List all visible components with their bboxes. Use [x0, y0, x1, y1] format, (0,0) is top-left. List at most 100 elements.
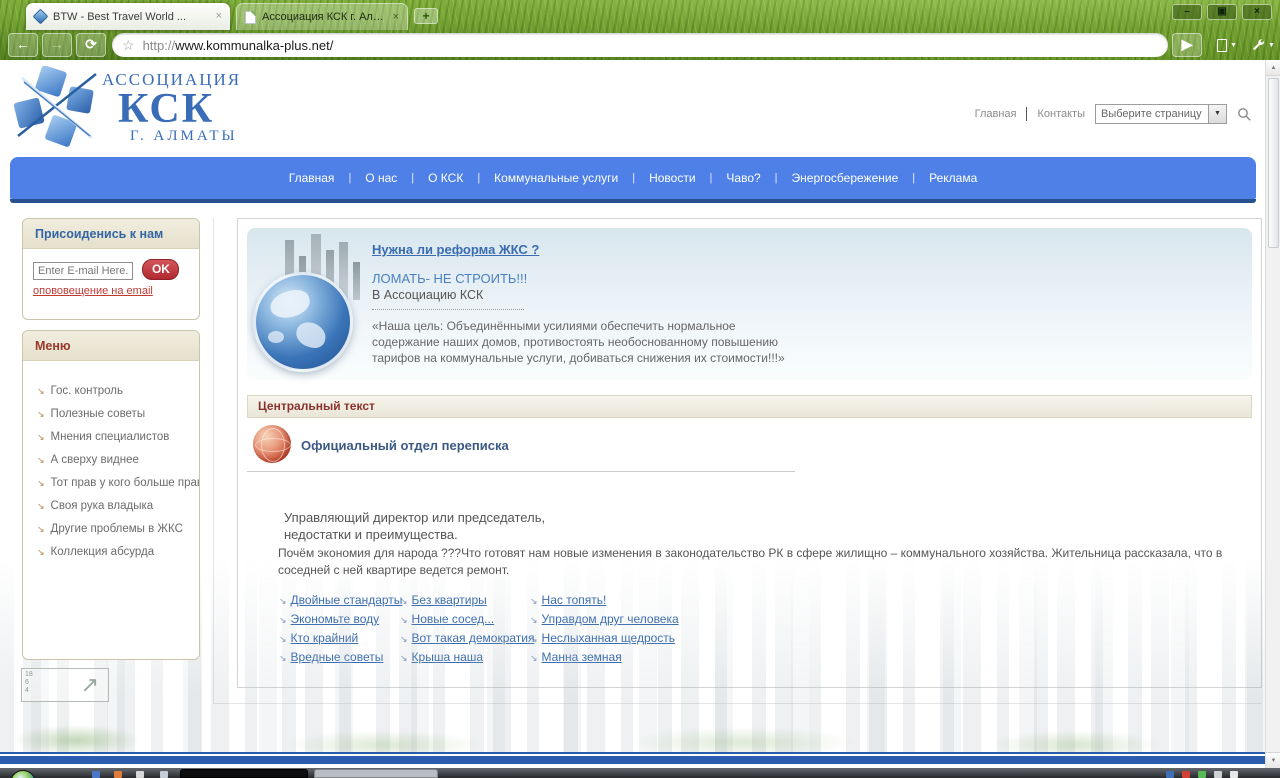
- arrow-bullet-icon: ↘: [530, 615, 538, 625]
- article-link[interactable]: Крыша наша: [412, 650, 484, 664]
- tray-icon[interactable]: [1182, 771, 1190, 778]
- tray-icon[interactable]: [1198, 771, 1206, 778]
- tab-btw[interactable]: BTW - Best Travel World ... ×: [26, 3, 230, 30]
- article-paragraph-2: Почём экономия для народа ???Что готовят…: [278, 546, 1223, 577]
- nav-item-energy[interactable]: Энергосбережение: [792, 171, 899, 185]
- article-link[interactable]: Вредные советы: [291, 650, 384, 664]
- tab-close-icon[interactable]: ×: [216, 11, 222, 22]
- header-link-home[interactable]: Главная: [975, 108, 1017, 120]
- sidebar-item-label: Своя рука владыка: [50, 500, 154, 512]
- banner-text: Нужна ли реформа ЖКС ? ЛОМАТЬ- НЕ СТРОИТ…: [372, 241, 797, 366]
- bookmark-star-icon[interactable]: ☆: [122, 37, 135, 54]
- visitor-counter[interactable]: 18 6 4 ↗: [21, 668, 109, 702]
- menu-list: ↘ Гос. контроль ↘ Полезные советы ↘ Мнения …: [23, 361, 199, 579]
- sidebar-item-poleznye-sovety[interactable]: ↘ Полезные советы: [37, 408, 199, 420]
- back-button[interactable]: ←: [8, 33, 38, 57]
- ok-button[interactable]: OK: [142, 259, 180, 280]
- scroll-up-icon[interactable]: ▲: [1266, 60, 1280, 76]
- sidebar-item-mnenia[interactable]: ↘ Мнения специалистов: [37, 431, 199, 443]
- article-link[interactable]: Без квартиры: [412, 593, 487, 607]
- start-button[interactable]: [10, 770, 36, 778]
- search-icon[interactable]: [1237, 107, 1252, 122]
- taskbar-icon[interactable]: [114, 771, 122, 778]
- scrollbar-thumb[interactable]: [1268, 78, 1279, 248]
- taskbar-icon[interactable]: [92, 771, 100, 778]
- minimize-button[interactable]: –: [1172, 4, 1202, 20]
- email-field[interactable]: [33, 261, 133, 280]
- new-tab-button[interactable]: +: [414, 8, 438, 24]
- page-scrollbar[interactable]: ▲ ▼: [1265, 60, 1280, 768]
- nav-separator: |: [477, 172, 481, 184]
- nav-item-home[interactable]: Главная: [289, 171, 335, 185]
- tab-title: Ассоциация КСК г. Алм...: [262, 11, 387, 23]
- nav-item-faq[interactable]: Чаво?: [726, 171, 760, 185]
- tray-icon[interactable]: [1166, 771, 1174, 778]
- nav-item-ads[interactable]: Реклама: [929, 171, 977, 185]
- btw-favicon-icon: [32, 8, 49, 25]
- counter-digits: 18 6 4: [25, 671, 33, 695]
- nav-separator: |: [774, 172, 778, 184]
- article-link[interactable]: Манна земная: [542, 650, 622, 664]
- nav-separator: |: [348, 172, 352, 184]
- article-link[interactable]: Вот такая демократия: [412, 631, 535, 645]
- article-link[interactable]: Новые сосед...: [412, 612, 495, 626]
- sidebar-item-label: Мнения специалистов: [50, 431, 170, 443]
- tab-ksk[interactable]: Ассоциация КСК г. Алм... ×: [236, 3, 408, 30]
- taskbar-window-button[interactable]: [180, 769, 308, 778]
- wrench-menu-button[interactable]: ▼: [1248, 33, 1278, 57]
- dropdown-arrow-icon[interactable]: ▼: [1208, 105, 1226, 123]
- page-select-dropdown[interactable]: Выберите страницу ▼: [1095, 104, 1227, 124]
- sidebar-item-tot-prav[interactable]: ↘ Тот прав у кого больше прав: [37, 477, 199, 489]
- email-notify-link[interactable]: опововещение на email: [33, 285, 153, 297]
- arrow-bullet-icon: ↘: [37, 547, 45, 557]
- sidebar-item-kollekcia-absurda[interactable]: ↘ Коллекция абсурда: [37, 546, 199, 558]
- main-nav: Главная | О нас | О КСК | Коммунальные услу…: [10, 157, 1256, 199]
- site-header: АССОЦИАЦИЯ КСК Г. АЛМАТЫ Главная Контакт…: [0, 60, 1280, 157]
- article-link[interactable]: Нас топять!: [542, 593, 607, 607]
- url-scheme: http://: [142, 37, 176, 53]
- article-link[interactable]: Двойные стандарты: [291, 593, 403, 607]
- nav-item-about-ksk[interactable]: О КСК: [428, 171, 463, 185]
- restore-button[interactable]: ▣: [1207, 4, 1237, 20]
- content-divider: [213, 703, 1262, 704]
- taskbar-icon[interactable]: [160, 771, 168, 778]
- article-link[interactable]: Управдом друг человека: [542, 612, 679, 626]
- nav-item-utilities[interactable]: Коммунальные услуги: [494, 171, 618, 185]
- tab-close-icon[interactable]: ×: [393, 11, 399, 23]
- taskbar-window-button[interactable]: [314, 769, 438, 778]
- arrow-bullet-icon: ↘: [530, 596, 538, 606]
- tray-icon[interactable]: [1230, 771, 1238, 778]
- nav-item-about-us[interactable]: О нас: [365, 171, 397, 185]
- counter-digit-row: 6: [25, 679, 29, 686]
- globe-continent: [268, 331, 284, 343]
- article-link[interactable]: Неслыханная щедрость: [542, 631, 676, 645]
- forward-button[interactable]: →: [42, 33, 72, 57]
- tray-icon[interactable]: [1214, 771, 1222, 778]
- arrow-bullet-icon: ↘: [279, 615, 287, 625]
- address-bar[interactable]: ☆ http:// www.kommunalka-plus.net/: [112, 33, 1168, 57]
- banner-headline-link[interactable]: Нужна ли реформа ЖКС ?: [372, 242, 539, 257]
- arrow-bullet-icon: ↘: [530, 653, 538, 663]
- sidebar-item-label: Коллекция абсурда: [50, 546, 155, 558]
- sidebar-item-drugie-problemy[interactable]: ↘ Другие проблемы в ЖКС: [37, 523, 199, 535]
- article-link[interactable]: Кто крайний: [291, 631, 359, 645]
- window-controls: – ▣ ×: [1172, 4, 1272, 20]
- taskbar-icon[interactable]: [136, 771, 144, 778]
- close-button[interactable]: ×: [1242, 4, 1272, 20]
- article-link[interactable]: Экономьте воду: [291, 612, 380, 626]
- scroll-down-icon[interactable]: ▼: [1266, 752, 1280, 768]
- arrow-bullet-icon: ↘: [37, 524, 45, 534]
- content-divider: [213, 218, 214, 704]
- header-link-contacts[interactable]: Контакты: [1037, 108, 1085, 120]
- sidebar-item-sverhu-vidnee[interactable]: ↘ А сверху виднее: [37, 454, 199, 466]
- go-button[interactable]: ▶: [1172, 33, 1202, 57]
- nav-item-news[interactable]: Новости: [649, 171, 695, 185]
- arrow-bullet-icon: ↘: [279, 634, 287, 644]
- wrench-icon: [1253, 39, 1265, 51]
- arrow-bullet-icon: ↘: [37, 409, 45, 419]
- sidebar-item-svoya-ruka[interactable]: ↘ Своя рука владыка: [37, 500, 199, 512]
- sidebar-item-gos-kontrol[interactable]: ↘ Гос. контроль: [37, 385, 199, 397]
- link-item: ↘ Двойные стандарты: [279, 591, 402, 609]
- page-menu-button[interactable]: ▼: [1210, 33, 1244, 57]
- reload-button[interactable]: ⟳: [76, 33, 106, 57]
